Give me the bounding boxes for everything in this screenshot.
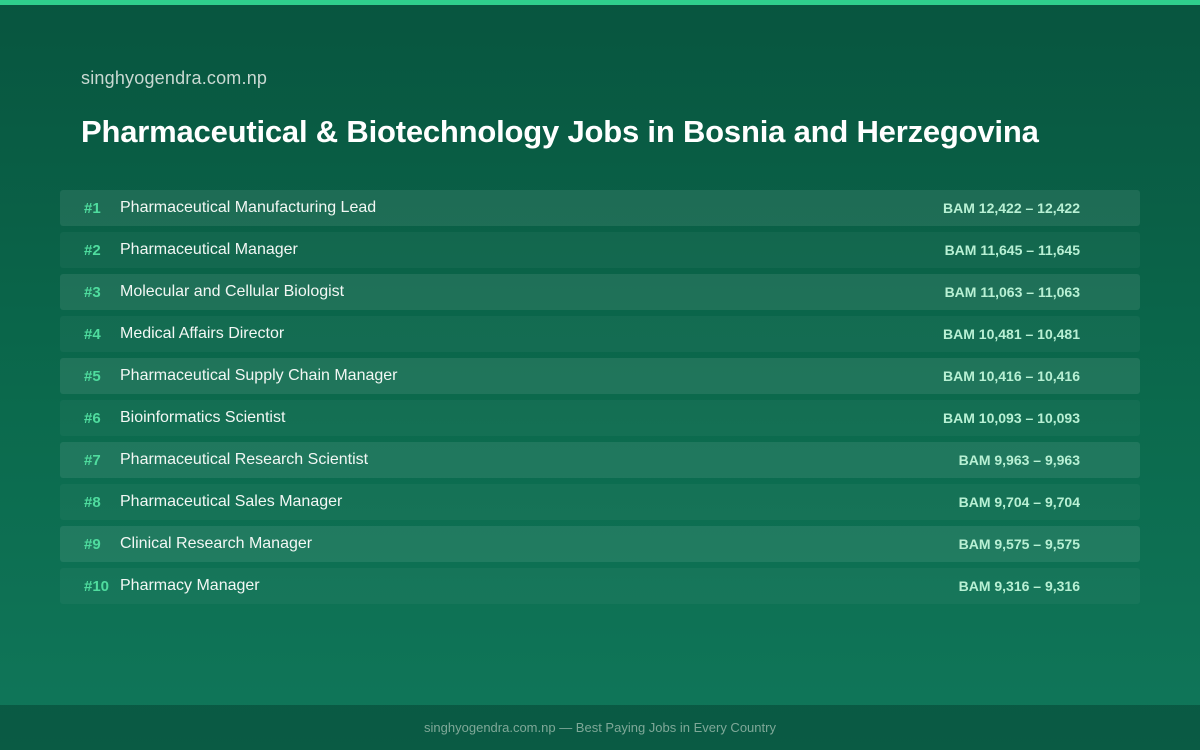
job-salary: BAM 10,416 – 10,416 — [943, 368, 1080, 384]
job-title: Pharmaceutical Manager — [120, 241, 298, 258]
footer-text: singhyogendra.com.np — Best Paying Jobs … — [424, 720, 776, 735]
job-salary: BAM 11,063 – 11,063 — [944, 284, 1080, 300]
job-salary: BAM 11,645 – 11,645 — [944, 242, 1080, 258]
table-row: #6 Bioinformatics Scientist BAM 10,093 –… — [60, 400, 1140, 436]
job-salary: BAM 9,575 – 9,575 — [958, 536, 1080, 552]
table-row: #7 Pharmaceutical Research Scientist BAM… — [60, 442, 1140, 478]
table-row: #9 Clinical Research Manager BAM 9,575 –… — [60, 526, 1140, 562]
job-title: Pharmaceutical Sales Manager — [120, 493, 343, 510]
job-title: Pharmaceutical Manufacturing Lead — [120, 199, 377, 216]
job-title: Molecular and Cellular Biologist — [120, 283, 345, 300]
job-salary: BAM 12,422 – 12,422 — [943, 200, 1080, 216]
job-title: Medical Affairs Director — [120, 325, 285, 342]
job-rank: #7 — [84, 451, 101, 469]
job-salary: BAM 10,481 – 10,481 — [943, 326, 1080, 342]
job-salary: BAM 9,963 – 9,963 — [958, 452, 1080, 468]
job-rank: #3 — [84, 283, 101, 301]
job-rank: #4 — [84, 325, 101, 343]
job-salary: BAM 9,316 – 9,316 — [958, 578, 1080, 594]
job-rank: #2 — [84, 241, 101, 259]
job-rank: #9 — [84, 535, 101, 553]
job-rank: #10 — [84, 577, 110, 595]
page-title: Pharmaceutical & Biotechnology Jobs in B… — [81, 114, 1039, 149]
table-row: #3 Molecular and Cellular Biologist BAM … — [60, 274, 1140, 310]
job-title: Pharmaceutical Research Scientist — [120, 451, 369, 468]
site-name: singhyogendra.com.np — [81, 68, 268, 88]
footer: singhyogendra.com.np — Best Paying Jobs … — [0, 705, 1200, 750]
job-rank: #1 — [84, 199, 101, 217]
top-accent-bar — [0, 0, 1200, 5]
table-row: #4 Medical Affairs Director BAM 10,481 –… — [60, 316, 1140, 352]
job-rank: #6 — [84, 409, 101, 427]
table-row: #1 Pharmaceutical Manufacturing Lead BAM… — [60, 190, 1140, 226]
table-row: #8 Pharmaceutical Sales Manager BAM 9,70… — [60, 484, 1140, 520]
job-title: Pharmaceutical Supply Chain Manager — [120, 367, 398, 384]
job-title: Clinical Research Manager — [120, 535, 313, 552]
job-salary: BAM 9,704 – 9,704 — [958, 494, 1080, 510]
table-row: #5 Pharmaceutical Supply Chain Manager B… — [60, 358, 1140, 394]
table-row: #10 Pharmacy Manager BAM 9,316 – 9,316 — [60, 568, 1140, 604]
job-title: Pharmacy Manager — [120, 577, 260, 594]
table-row: #2 Pharmaceutical Manager BAM 11,645 – 1… — [60, 232, 1140, 268]
job-rank: #8 — [84, 493, 101, 511]
job-title: Bioinformatics Scientist — [120, 409, 286, 426]
job-rank: #5 — [84, 367, 101, 385]
job-salary: BAM 10,093 – 10,093 — [943, 410, 1080, 426]
job-list: #1 Pharmaceutical Manufacturing Lead BAM… — [60, 190, 1140, 610]
